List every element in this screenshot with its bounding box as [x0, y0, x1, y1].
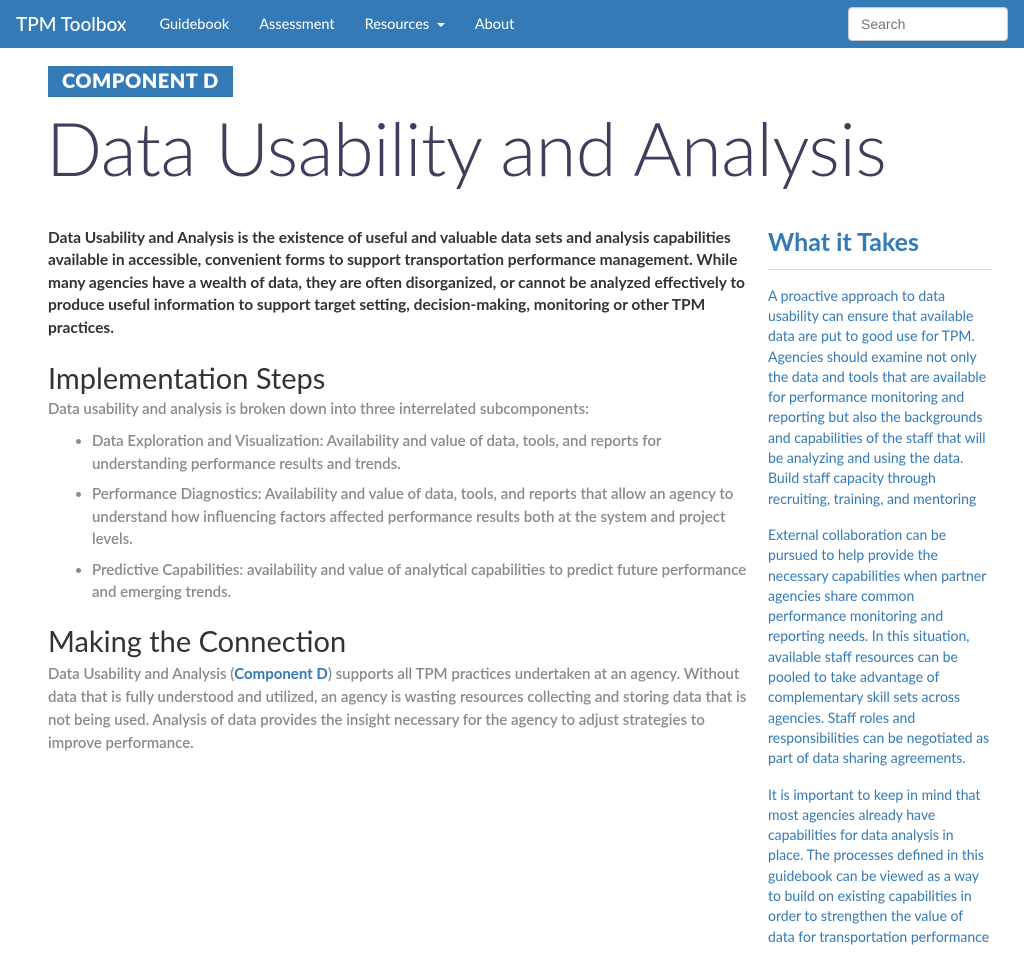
- nav-link-guidebook[interactable]: Guidebook: [144, 2, 244, 47]
- sidebar-paragraph: It is important to keep in mind that mos…: [768, 785, 992, 947]
- chevron-down-icon: [437, 23, 445, 27]
- content-row: Data Usability and Analysis is the exist…: [48, 227, 992, 963]
- list-item: Predictive Capabilities: availability an…: [92, 559, 748, 604]
- intro-paragraph: Data Usability and Analysis is the exist…: [48, 227, 748, 339]
- page-title: Data Usability and Analysis: [46, 109, 992, 187]
- sidebar: What it Takes A proactive approach to da…: [768, 227, 992, 963]
- connection-prefix: Data Usability and Analysis (: [48, 665, 234, 683]
- list-item: Data Exploration and Visualization: Avai…: [92, 430, 748, 475]
- nav-link-assessment[interactable]: Assessment: [244, 2, 349, 47]
- component-d-link[interactable]: Component D: [234, 665, 328, 683]
- nav-brand[interactable]: TPM Toolbox: [16, 13, 144, 36]
- search-input[interactable]: [848, 7, 1008, 41]
- sidebar-paragraph: A proactive approach to data usability c…: [768, 286, 992, 509]
- component-badge: COMPONENT D: [48, 66, 233, 97]
- nav-links: Guidebook Assessment Resources About: [144, 2, 529, 47]
- implementation-heading: Implementation Steps: [48, 361, 748, 396]
- main-column: Data Usability and Analysis is the exist…: [48, 227, 748, 963]
- list-item: Performance Diagnostics: Availability an…: [92, 483, 748, 551]
- implementation-subhead: Data usability and analysis is broken do…: [48, 400, 748, 418]
- sidebar-title: What it Takes: [768, 227, 992, 257]
- connection-heading: Making the Connection: [48, 624, 748, 659]
- connection-paragraph: Data Usability and Analysis (Component D…: [48, 663, 748, 756]
- page-container: COMPONENT D Data Usability and Analysis …: [0, 48, 1024, 963]
- search-wrap: [848, 7, 1008, 41]
- nav-link-resources[interactable]: Resources: [350, 2, 460, 47]
- sidebar-paragraph: External collaboration can be pursued to…: [768, 525, 992, 769]
- navbar: TPM Toolbox Guidebook Assessment Resourc…: [0, 0, 1024, 48]
- nav-link-resources-label: Resources: [365, 16, 430, 33]
- implementation-bullets: Data Exploration and Visualization: Avai…: [48, 430, 748, 604]
- nav-link-about[interactable]: About: [460, 2, 529, 47]
- sidebar-divider: [768, 269, 992, 270]
